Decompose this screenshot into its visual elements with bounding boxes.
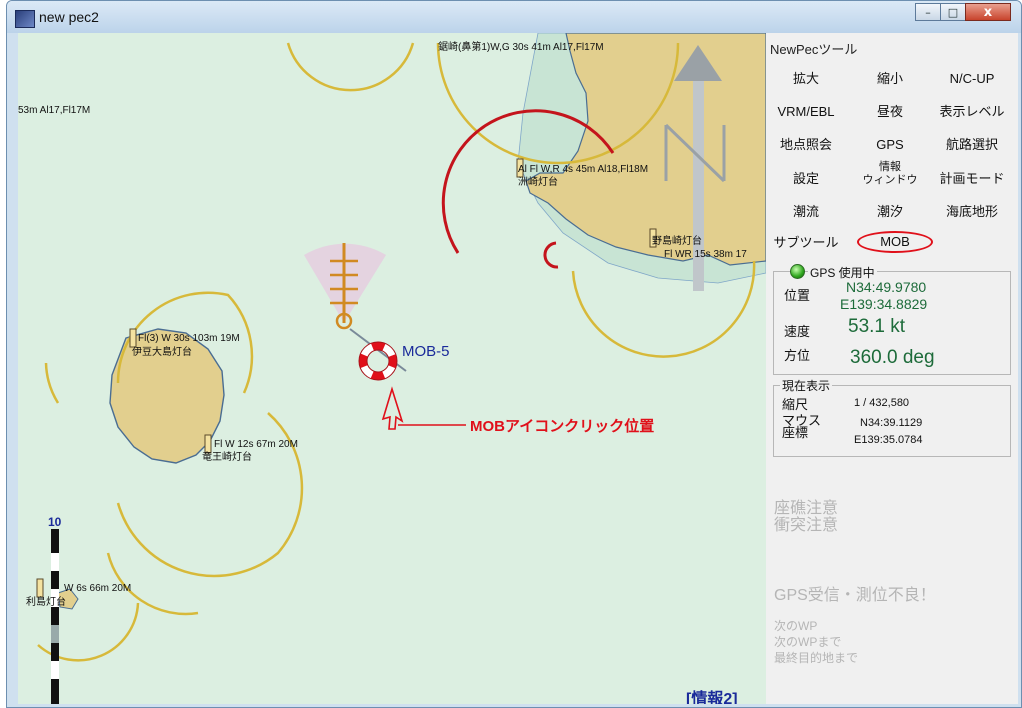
vrm-ebl-button[interactable]: VRM/EBL bbox=[766, 102, 846, 122]
speed-label: 速度 bbox=[784, 324, 811, 339]
minimize-button[interactable]: – bbox=[915, 3, 941, 21]
subtool-button[interactable]: サブツール bbox=[766, 233, 846, 253]
info-window-button[interactable]: 情報 ウィンドウ bbox=[850, 161, 930, 195]
gps-speed: 53.1 kt bbox=[848, 316, 906, 337]
point-lookup-button[interactable]: 地点照会 bbox=[766, 135, 846, 155]
mouse-label-2: 座標 bbox=[782, 425, 809, 440]
info-tab[interactable]: [情報2] bbox=[686, 685, 738, 704]
map-label: Al Fl W,R 4s 45m Al18,Fl18M bbox=[518, 164, 649, 175]
position-label: 位置 bbox=[784, 288, 811, 303]
close-button[interactable]: x bbox=[965, 3, 1011, 21]
tide-button[interactable]: 潮汐 bbox=[850, 202, 930, 222]
window-controls: – □ x bbox=[915, 3, 1011, 23]
zoom-out-button[interactable]: 縮小 bbox=[850, 69, 930, 89]
map-label: 野島崎灯台 bbox=[652, 236, 702, 247]
mouse-latitude: N34:39.1129 bbox=[860, 417, 923, 429]
current-display-legend: 現在表示 bbox=[780, 377, 833, 394]
app-window: new pec2 – □ x MOB-5 MOBアイコンクリック位置 鋸崎(鼻第… bbox=[6, 0, 1022, 708]
collision-warning: 衝突注意 bbox=[774, 517, 839, 534]
to-next-wp-label: 次のWPまで bbox=[774, 635, 842, 649]
map-label: 伊豆大島灯台 bbox=[132, 347, 192, 358]
mob-lifering-icon[interactable] bbox=[358, 341, 398, 381]
scale-label: 縮尺 bbox=[782, 397, 809, 412]
map-label: 竜王崎灯台 bbox=[202, 452, 252, 463]
mouse-longitude: E139:35.0784 bbox=[854, 434, 923, 446]
gps-error-warning: GPS受信・測位不良！ bbox=[774, 587, 936, 604]
map-label: Fl W 12s 67m 20M bbox=[214, 439, 298, 450]
plan-mode-button[interactable]: 計画モード bbox=[932, 169, 1012, 189]
map-label: 利島灯台 bbox=[26, 597, 66, 608]
to-final-label: 最終目的地まで bbox=[774, 651, 859, 665]
maximize-button[interactable]: □ bbox=[940, 3, 966, 21]
day-night-button[interactable]: 昼夜 bbox=[850, 102, 930, 122]
annotation-text: MOBアイコンクリック位置 bbox=[470, 418, 655, 435]
nautical-chart[interactable]: MOB-5 MOBアイコンクリック位置 鋸崎(鼻第1)W,G 30s 41m A… bbox=[18, 33, 766, 704]
settings-button[interactable]: 設定 bbox=[766, 169, 846, 189]
title-bar[interactable]: new pec2 – □ x bbox=[7, 1, 1021, 33]
gps-button[interactable]: GPS bbox=[850, 135, 930, 155]
window-title: new pec2 bbox=[39, 9, 99, 25]
zoom-in-button[interactable]: 拡大 bbox=[766, 69, 846, 89]
gps-latitude: N34:49.9780 bbox=[846, 279, 927, 295]
display-level-button[interactable]: 表示レベル bbox=[932, 102, 1012, 122]
annotation-arrow bbox=[381, 386, 466, 430]
mob-button[interactable]: MOB bbox=[855, 232, 935, 252]
gps-heading: 360.0 deg bbox=[850, 347, 935, 368]
scale-value: 1 / 432,580 bbox=[854, 397, 910, 409]
gps-status-icon bbox=[790, 264, 805, 279]
map-label: Fl WR 15s 38m 17 bbox=[664, 249, 747, 260]
app-icon bbox=[15, 10, 35, 28]
gps-longitude: E139:34.8829 bbox=[840, 296, 928, 312]
map-label: 洲崎灯台 bbox=[518, 177, 558, 188]
next-wp-label: 次のWP bbox=[774, 619, 818, 633]
panel-title: NewPecツール bbox=[770, 42, 858, 57]
scale-mark: 10 bbox=[48, 515, 62, 529]
heading-label: 方位 bbox=[784, 348, 811, 363]
info-window-label-1: 情報 bbox=[879, 161, 901, 173]
map-label: 53m Al17,Fl17M bbox=[18, 105, 91, 116]
seabed-button[interactable]: 海底地形 bbox=[932, 202, 1012, 222]
map-label: Fl(3) W 30s 103m 19M bbox=[138, 333, 240, 344]
map-label: W 6s 66m 20M bbox=[64, 583, 132, 594]
map-label: 鋸崎(鼻第1)W,G 30s 41m Al17,Fl17M bbox=[438, 42, 604, 53]
nc-up-button[interactable]: N/C-UP bbox=[932, 69, 1012, 89]
tool-panel: NewPecツール 拡大 縮小 N/C-UP VRM/EBL 昼夜 表示レベル … bbox=[766, 33, 1018, 704]
info-window-label-2: ウィンドウ bbox=[862, 174, 918, 186]
mob-label: MOB-5 bbox=[402, 343, 450, 360]
route-select-button[interactable]: 航路選択 bbox=[932, 135, 1012, 155]
current-button[interactable]: 潮流 bbox=[766, 202, 846, 222]
